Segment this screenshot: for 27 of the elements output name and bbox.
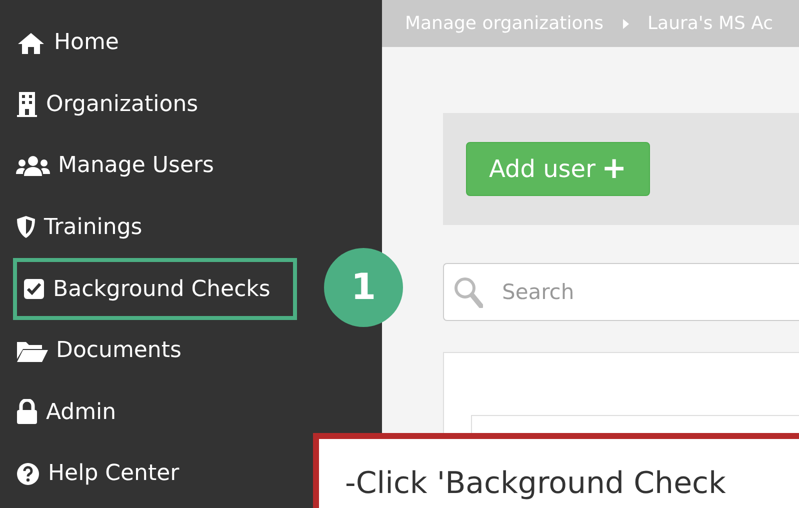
menu-label: Background Checks [53, 276, 270, 304]
menu-item[interactable]: Manage Users [16, 135, 214, 196]
menu-label: Trainings [44, 214, 142, 242]
users-icon [16, 154, 50, 177]
menu-item[interactable]: Organizations [16, 74, 198, 135]
lock-icon [16, 399, 38, 426]
menu-label: Help Center [48, 460, 180, 488]
menu-label: Documents [56, 337, 182, 366]
menu-item[interactable]: Admin [16, 382, 116, 443]
search-field[interactable]: Search [443, 263, 799, 321]
menu-item[interactable]: Documents [16, 320, 182, 382]
menu-label: Manage Users [58, 152, 214, 180]
menu-item[interactable]: Help Center [16, 443, 180, 504]
shield-icon [16, 215, 36, 240]
building-icon [16, 91, 38, 118]
menu-item[interactable]: Home [16, 12, 119, 74]
highlighted-menu-item[interactable]: Background Checks [13, 258, 297, 320]
help-icon [16, 462, 40, 486]
search-icon [453, 276, 483, 308]
breadcrumb-separator-icon [622, 18, 630, 30]
menu-item[interactable]: Trainings [16, 196, 142, 258]
callout-text: -Click 'Background Check [345, 466, 726, 501]
menu-label: Organizations [46, 90, 198, 119]
checkbox-icon [23, 278, 45, 300]
home-icon [16, 30, 46, 55]
menu-label: Home [54, 29, 119, 58]
menu-label: Admin [46, 398, 116, 427]
